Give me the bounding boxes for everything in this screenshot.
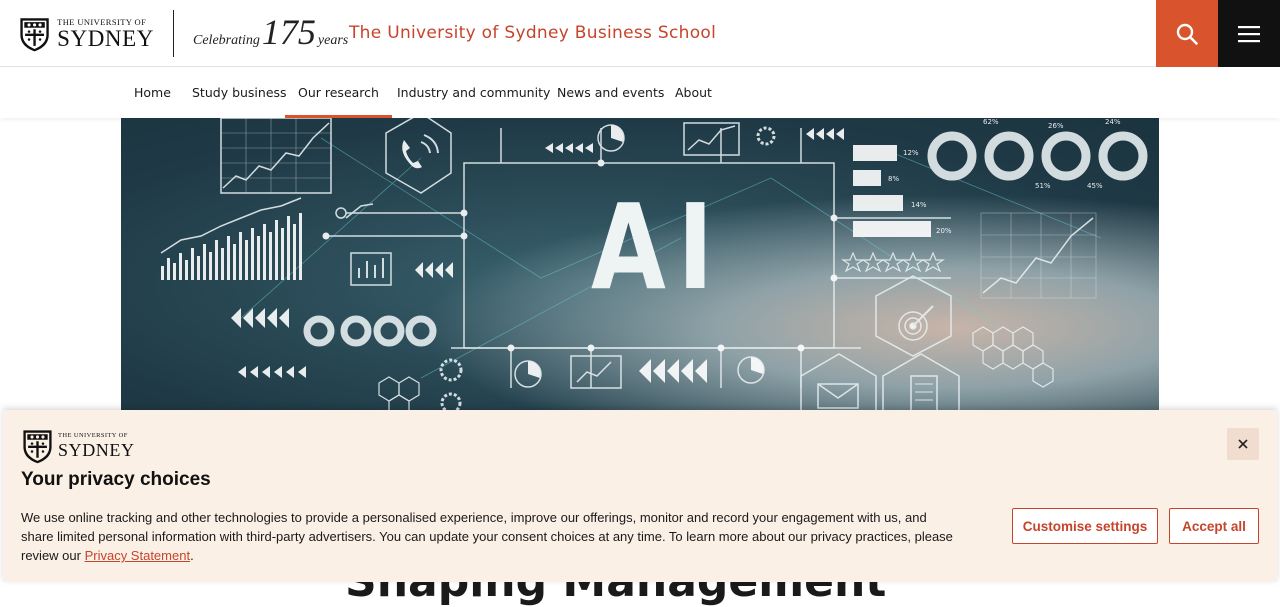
nav-item-industry-and-community[interactable]: Industry and community — [397, 68, 550, 118]
main-navigation: Home Study business Our research Industr… — [0, 68, 1280, 118]
nav-item-study-business[interactable]: Study business — [192, 68, 287, 118]
university-crest-icon — [20, 18, 49, 52]
university-crest-icon — [23, 430, 52, 464]
university-logo[interactable]: THE UNIVERSITY OF SYDNEY — [18, 11, 154, 57]
privacy-choices-title: Your privacy choices — [21, 469, 211, 490]
nav-item-about[interactable]: About — [675, 68, 712, 118]
accept-all-button[interactable]: Accept all — [1169, 508, 1259, 544]
site-header: THE UNIVERSITY OF SYDNEY Celebrating 175… — [0, 0, 1280, 67]
nav-item-news-and-events[interactable]: News and events — [557, 68, 664, 118]
hero-bar-label-1: 12% — [903, 149, 919, 157]
hero-bar-label-3: 14% — [911, 201, 927, 209]
privacy-choices-text: We use online tracking and other technol… — [21, 508, 961, 565]
search-icon — [1176, 23, 1198, 45]
search-button[interactable] — [1156, 0, 1218, 67]
header-divider — [173, 10, 174, 57]
privacy-choices-banner: THE UNIVERSITY OF SYDNEY Your privacy ch… — [3, 410, 1277, 582]
hero-ring-label-2: 26% — [1048, 122, 1064, 130]
celebrating-number: 175 — [261, 12, 316, 52]
hero-ring-label-4: 51% — [1035, 182, 1051, 190]
privacy-body-end: . — [190, 548, 194, 563]
celebrating-suffix: years — [317, 33, 349, 48]
banner-logo-big-text: SYDNEY — [58, 439, 135, 460]
banner-university-logo: THE UNIVERSITY OF SYDNEY — [21, 428, 135, 464]
logo-big-text: SYDNEY — [57, 26, 154, 52]
school-title[interactable]: The University of Sydney Business School — [349, 23, 716, 43]
privacy-statement-link[interactable]: Privacy Statement — [85, 548, 191, 563]
close-icon — [1238, 439, 1248, 449]
banner-logo-small-text: THE UNIVERSITY OF — [58, 432, 128, 440]
hero-image: 62% 26% 24% 51% 45% 12% 8% 14% 20% AI — [121, 118, 1159, 418]
hero-bar-label-2: 8% — [888, 175, 899, 183]
hero-ai-text: AI — [591, 178, 725, 316]
close-banner-button[interactable] — [1227, 428, 1259, 460]
celebrating-175-badge: Celebrating 175 years — [193, 14, 348, 50]
menu-button[interactable] — [1218, 0, 1280, 67]
hero-bar-label-4: 20% — [936, 227, 952, 235]
hero-ring-label-3: 24% — [1105, 118, 1121, 126]
nav-item-our-research[interactable]: Our research — [285, 68, 392, 118]
celebrating-prefix: Celebrating — [193, 33, 260, 48]
hero-ring-label-1: 62% — [983, 118, 999, 126]
logo-wordmark: THE UNIVERSITY OF SYDNEY — [57, 18, 154, 51]
logo-small-text: THE UNIVERSITY OF — [57, 16, 147, 27]
nav-item-home[interactable]: Home — [134, 68, 171, 118]
hero-ring-label-5: 45% — [1087, 182, 1103, 190]
banner-logo-wordmark: THE UNIVERSITY OF SYDNEY — [58, 433, 135, 459]
customise-settings-button[interactable]: Customise settings — [1012, 508, 1158, 544]
hamburger-menu-icon — [1238, 25, 1260, 42]
